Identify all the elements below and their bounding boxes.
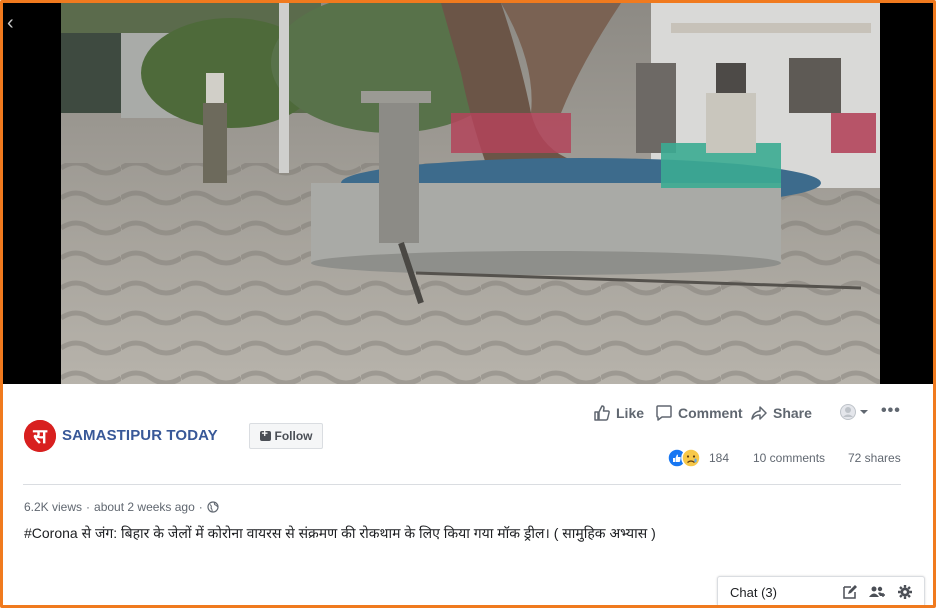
thumbs-up-icon <box>594 405 610 421</box>
comment-label: Comment <box>678 405 743 421</box>
follow-button[interactable]: Follow <box>249 423 323 449</box>
globe-icon[interactable] <box>207 501 219 513</box>
post-details: स SAMASTIPUR TODAY Follow Like Comment S… <box>3 384 933 605</box>
post-caption: #Corona से जंग: बिहार के जेलों में कोरोन… <box>24 525 656 541</box>
page-logo[interactable]: स <box>24 420 56 452</box>
like-label: Like <box>616 405 645 421</box>
video-still-image <box>61 3 880 384</box>
caret-down-icon <box>860 410 868 414</box>
post-meta: 6.2K views · about 2 weeks ago · <box>24 500 219 514</box>
share-arrow-icon <box>751 406 767 420</box>
video-frame[interactable] <box>61 3 880 384</box>
comment-icon <box>656 405 672 421</box>
more-options-icon[interactable]: ••• <box>881 402 901 420</box>
page-name-link[interactable]: SAMASTIPUR TODAY <box>62 427 218 444</box>
follow-icon <box>259 428 271 441</box>
back-arrow-icon[interactable]: ‹ <box>7 13 21 33</box>
reaction-icons[interactable] <box>667 448 707 468</box>
share-label: Share <box>773 405 812 421</box>
video-player[interactable]: ‹ <box>3 3 933 384</box>
divider <box>23 484 901 485</box>
page-logo-letter: स <box>32 424 48 448</box>
shares-count-link[interactable]: 72 shares <box>848 451 901 465</box>
share-button[interactable]: Share <box>750 404 812 422</box>
follow-label: Follow <box>274 429 313 443</box>
meta-separator: · <box>86 500 91 514</box>
like-button[interactable]: Like <box>593 404 644 422</box>
chat-bar[interactable]: Chat (3) <box>717 576 925 605</box>
group-chat-icon[interactable] <box>868 584 886 600</box>
meta-separator: · <box>198 500 203 514</box>
comment-button[interactable]: Comment <box>655 404 743 422</box>
post-timestamp[interactable]: about 2 weeks ago <box>94 500 195 514</box>
gear-icon[interactable] <box>897 584 913 600</box>
avatar-icon <box>840 404 856 420</box>
sad-reaction-icon <box>681 448 701 468</box>
comments-count-link[interactable]: 10 comments <box>753 451 825 465</box>
audience-selector[interactable] <box>840 404 869 420</box>
new-message-icon[interactable] <box>842 584 858 600</box>
reaction-count[interactable]: 184 <box>709 451 729 465</box>
chat-label[interactable]: Chat (3) <box>730 585 777 600</box>
view-count: 6.2K views <box>24 500 83 514</box>
